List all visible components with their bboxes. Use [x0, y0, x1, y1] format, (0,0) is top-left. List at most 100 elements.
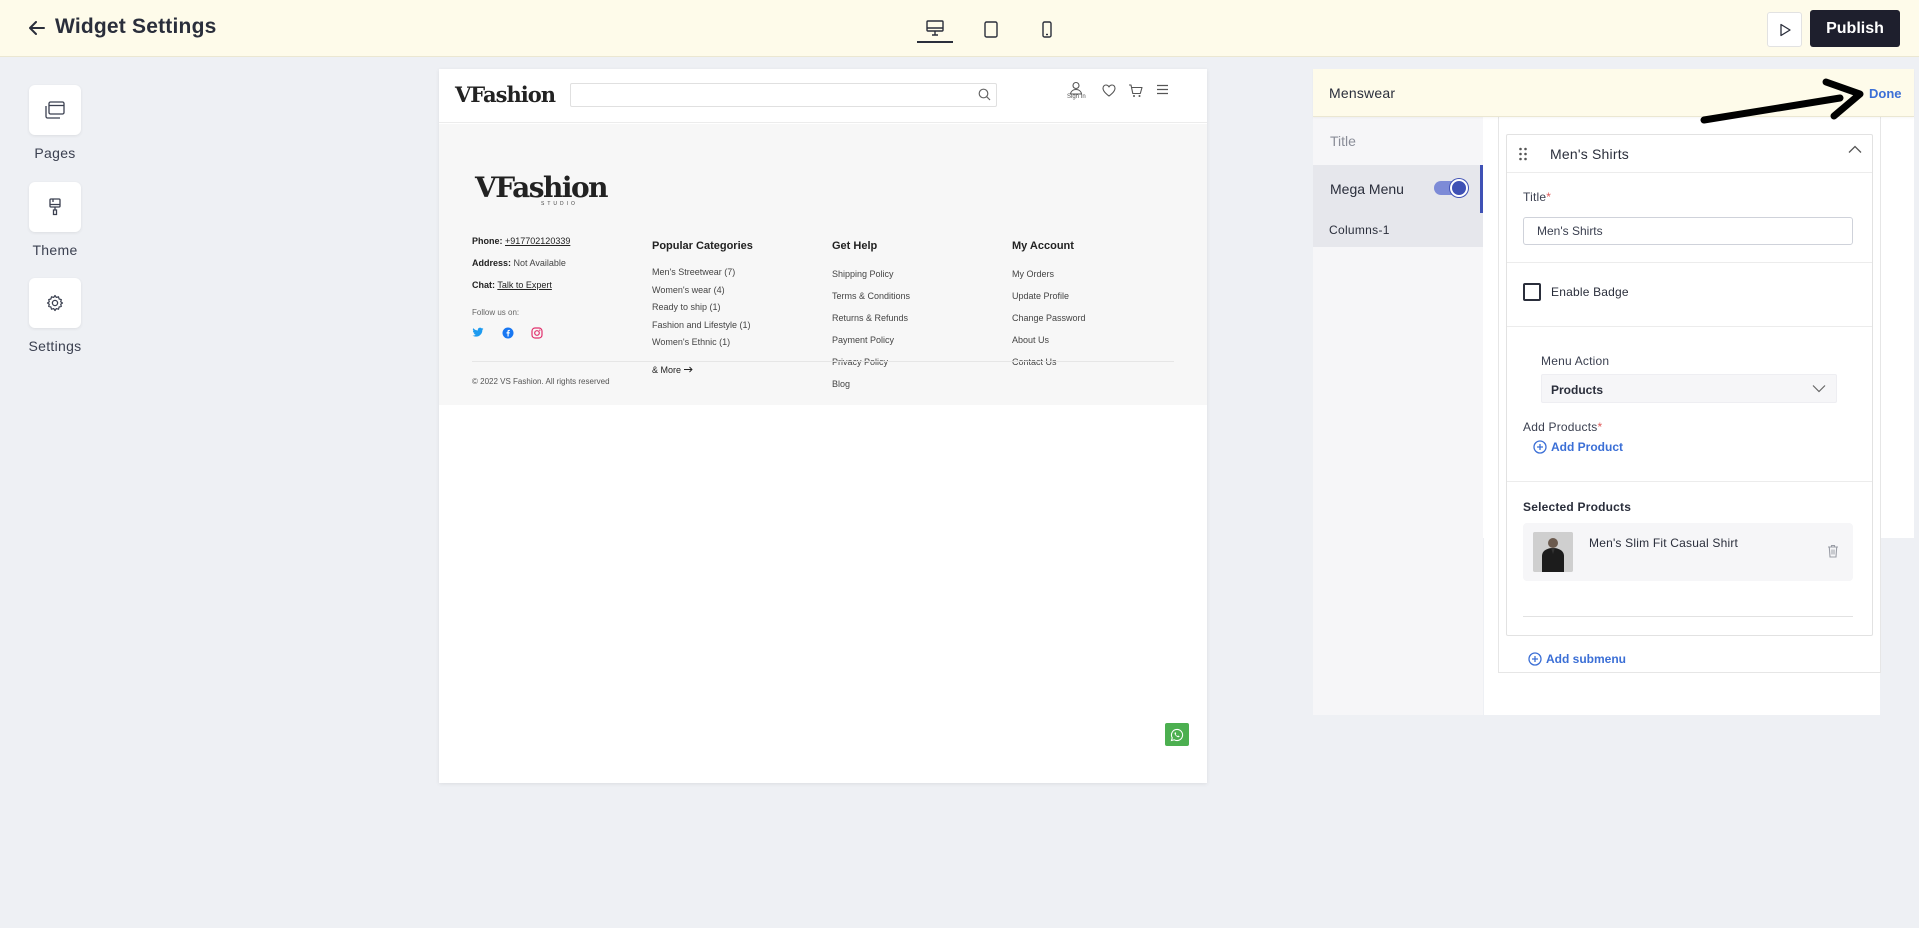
chat-link[interactable]: Talk to Expert: [497, 280, 552, 290]
rail-pages-box: [29, 85, 81, 135]
selected-products-label: Selected Products: [1523, 500, 1632, 514]
panel-title: Menswear: [1329, 85, 1396, 101]
whatsapp-button[interactable]: [1165, 723, 1189, 746]
site-search-input[interactable]: [570, 83, 997, 107]
product-thumbnail: [1533, 532, 1573, 572]
preview-canvas: VFashion Sign In VFashion STUDIO Phone: …: [439, 69, 1207, 783]
submenu-header: Men's Shirts: [1507, 135, 1872, 173]
footer-link[interactable]: Ready to ship (1): [652, 302, 721, 312]
submenu-title-input[interactable]: [1523, 217, 1853, 245]
footer-link[interactable]: Payment Policy: [832, 335, 894, 345]
menu-action-select[interactable]: Products: [1541, 374, 1837, 403]
cart-icon: [1129, 84, 1143, 97]
nav-item-title[interactable]: Title: [1313, 117, 1483, 165]
footer-link[interactable]: My Orders: [1012, 269, 1054, 279]
add-product-label: Add Product: [1551, 440, 1623, 454]
phone-link[interactable]: +917702120339: [505, 236, 570, 246]
add-products-label: Add Products*: [1523, 420, 1603, 434]
plus-circle-icon: [1533, 440, 1547, 454]
desktop-icon: [926, 20, 944, 36]
panel-content: Men's Shirts Title* Enable Badge Menu Ac…: [1484, 117, 1881, 715]
tablet-view-button[interactable]: [973, 15, 1009, 43]
mobile-view-button[interactable]: [1029, 15, 1065, 43]
preview-play-button[interactable]: [1767, 12, 1802, 47]
rail-label-pages: Pages: [34, 145, 76, 161]
desktop-view-button[interactable]: [917, 15, 953, 43]
footer-logo-sub: STUDIO: [541, 201, 578, 207]
footer-link[interactable]: Contact Us: [1012, 357, 1057, 367]
site-logo[interactable]: VFashion: [455, 82, 556, 107]
rail-item-settings[interactable]: Settings: [0, 278, 110, 354]
sign-in-button[interactable]: Sign In: [1067, 81, 1086, 100]
footer-link[interactable]: Shipping Policy: [832, 269, 894, 279]
footer-link[interactable]: Update Profile: [1012, 291, 1069, 301]
top-bar: Widget Settings Publish: [0, 0, 1919, 57]
back-arrow-icon[interactable]: [26, 17, 48, 39]
footer-link[interactable]: Men's Streetwear (7): [652, 267, 735, 277]
wishlist-button[interactable]: [1102, 84, 1116, 97]
divider: [1523, 616, 1853, 617]
footer-divider: [472, 361, 1174, 362]
nav-mega-menu-label: Mega Menu: [1330, 181, 1404, 197]
footer-link[interactable]: Fashion and Lifestyle (1): [652, 320, 751, 330]
submenu-card: Men's Shirts Title* Enable Badge Menu Ac…: [1506, 134, 1873, 636]
trash-icon[interactable]: [1827, 544, 1839, 558]
user-icon: [1070, 81, 1083, 95]
theme-brush-icon: [49, 198, 61, 216]
publish-button[interactable]: Publish: [1810, 10, 1900, 47]
footer-copyright: © 2022 VS Fashion. All rights reserved: [472, 377, 610, 386]
rail-label-settings: Settings: [28, 338, 82, 354]
gear-icon: [46, 294, 64, 312]
divider: [1507, 326, 1872, 327]
chevron-down-icon: [1812, 385, 1826, 393]
page-title: Widget Settings: [55, 15, 217, 38]
instagram-icon[interactable]: [531, 327, 543, 339]
nav-item-columns[interactable]: Columns-1: [1313, 213, 1483, 247]
rail-theme-box: [29, 182, 81, 232]
whatsapp-icon: [1170, 728, 1184, 741]
done-button[interactable]: Done: [1869, 86, 1902, 101]
footer-link[interactable]: About Us: [1012, 335, 1049, 345]
mega-menu-toggle[interactable]: [1434, 179, 1468, 197]
footer-col-heading: My Account: [1012, 240, 1074, 252]
product-name: Men's Slim Fit Casual Shirt: [1589, 536, 1739, 550]
footer-link[interactable]: Returns & Refunds: [832, 313, 908, 323]
footer-link[interactable]: Change Password: [1012, 313, 1086, 323]
rail-item-pages[interactable]: Pages: [0, 85, 110, 161]
nav-columns-label: Columns-1: [1329, 223, 1390, 237]
enable-badge-checkbox[interactable]: [1523, 283, 1541, 301]
chevron-up-icon[interactable]: [1848, 145, 1862, 154]
pages-icon: [45, 101, 65, 119]
title-field-label: Title*: [1523, 190, 1552, 204]
more-categories-link[interactable]: & More: [652, 365, 693, 375]
twitter-icon[interactable]: [472, 327, 484, 338]
footer-col-heading: Get Help: [832, 240, 878, 252]
sign-in-label: Sign In: [1067, 94, 1086, 100]
tablet-icon: [984, 20, 998, 38]
footer-link[interactable]: Blog: [832, 379, 850, 389]
rail-settings-box: [29, 278, 81, 328]
facebook-icon[interactable]: [502, 327, 514, 339]
footer-chat: Chat: Talk to Expert: [472, 280, 552, 290]
footer-link[interactable]: Women's Ethnic (1): [652, 337, 730, 347]
menu-action-value: Products: [1551, 383, 1604, 397]
add-product-button[interactable]: Add Product: [1533, 440, 1623, 454]
footer-address: Address: Not Available: [472, 258, 566, 268]
hamburger-menu-button[interactable]: [1156, 84, 1169, 95]
nav-item-mega-menu[interactable]: Mega Menu: [1313, 165, 1483, 213]
submenu-title: Men's Shirts: [1550, 146, 1629, 162]
footer-link[interactable]: Terms & Conditions: [832, 291, 910, 301]
add-submenu-button[interactable]: Add submenu: [1528, 652, 1626, 666]
selected-product-row: Men's Slim Fit Casual Shirt: [1523, 523, 1853, 581]
enable-badge-label: Enable Badge: [1551, 285, 1629, 299]
annotation-arrow-icon: [1700, 78, 1864, 124]
rail-item-theme[interactable]: Theme: [0, 182, 110, 258]
site-footer: VFashion STUDIO Phone: +917702120339 Add…: [439, 124, 1207, 405]
footer-link[interactable]: Privacy Policy: [832, 357, 888, 367]
heart-icon: [1102, 84, 1116, 97]
footer-link[interactable]: Women's wear (4): [652, 285, 725, 295]
drag-handle-icon[interactable]: [1518, 147, 1528, 161]
arrow-right-icon: [683, 366, 693, 373]
add-submenu-label: Add submenu: [1546, 652, 1626, 666]
cart-button[interactable]: [1128, 84, 1143, 98]
